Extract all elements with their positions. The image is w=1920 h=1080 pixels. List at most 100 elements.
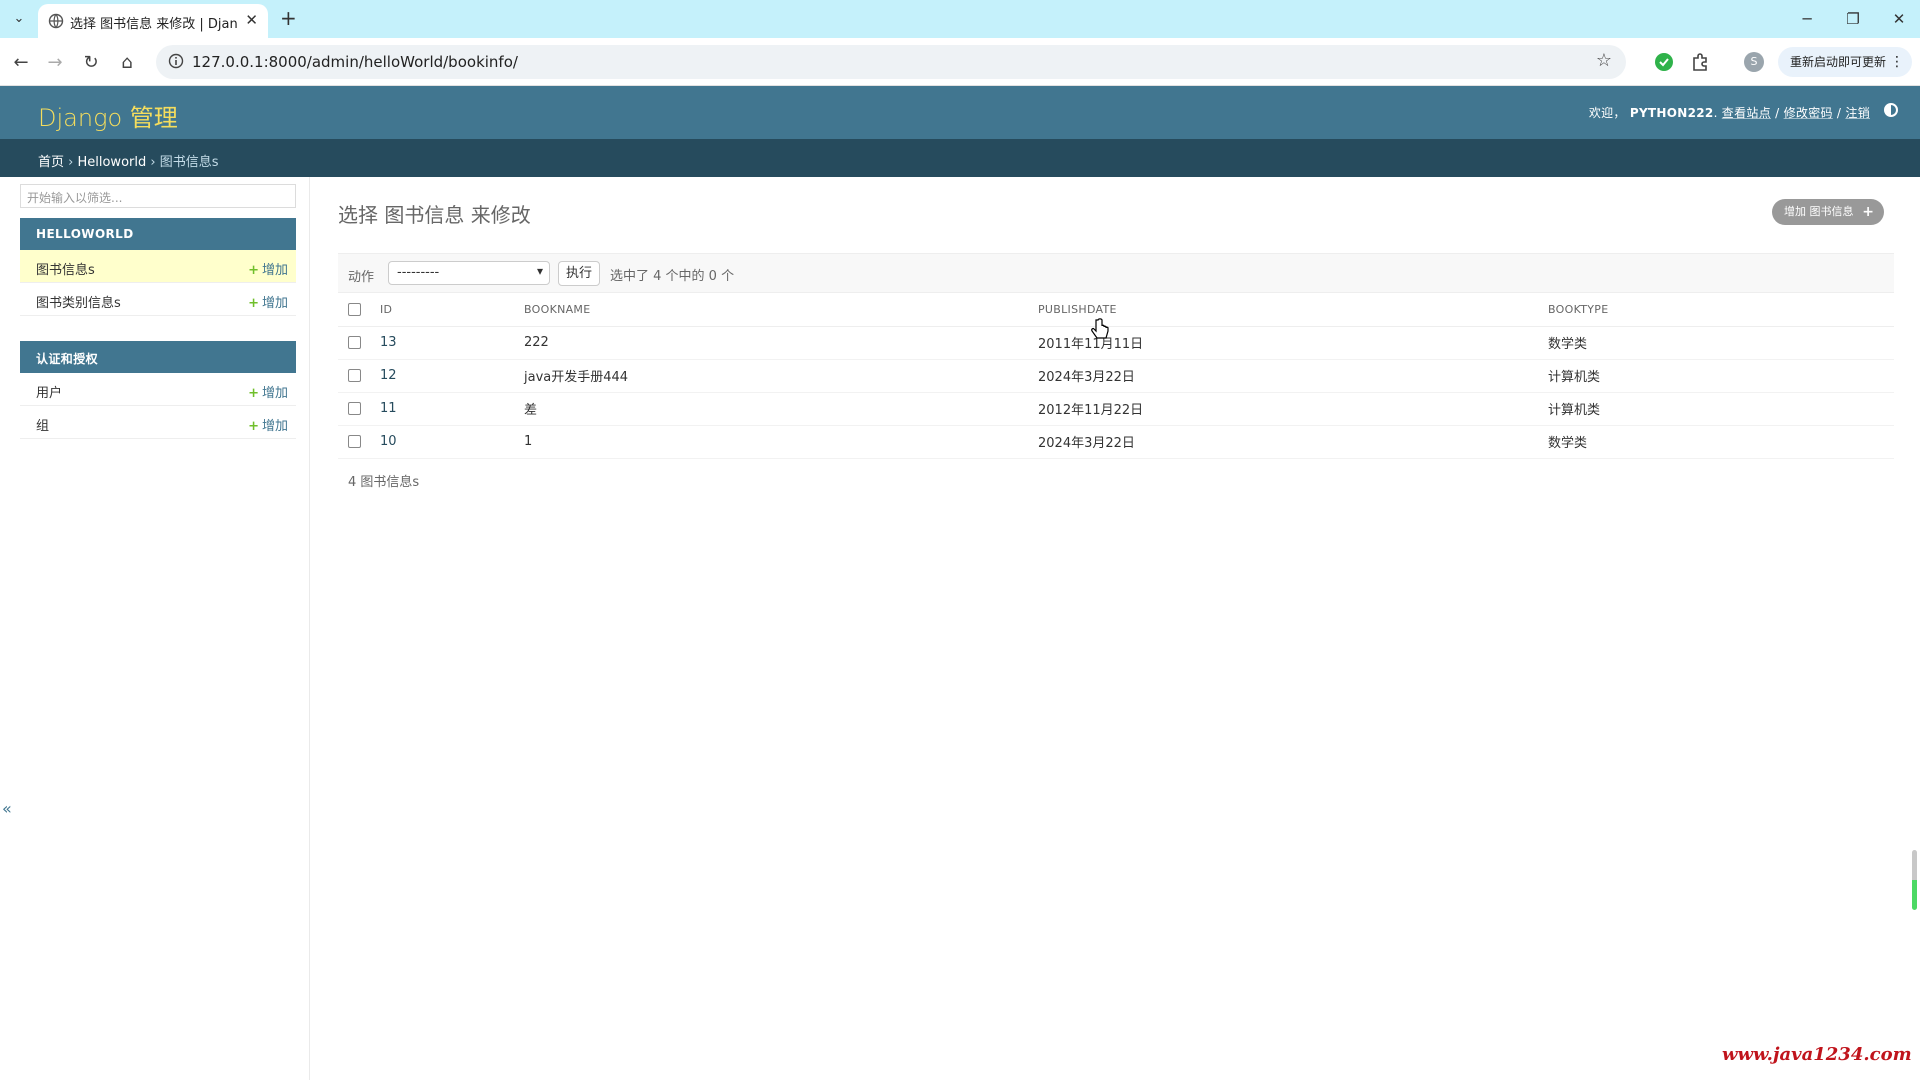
row-checkbox[interactable]: [348, 369, 361, 382]
row-link[interactable]: 12: [380, 368, 397, 383]
model-link[interactable]: 用户: [36, 382, 62, 401]
url-text: 127.0.0.1:8000/admin/helloWorld/bookinfo…: [192, 53, 518, 71]
breadcrumb-app[interactable]: Helloworld: [77, 155, 146, 170]
add-link[interactable]: + 增加: [248, 382, 288, 401]
chevron-down-icon: ▾: [536, 264, 543, 278]
cell-publishdate: 2012年11月22日: [1028, 392, 1538, 426]
cell-id: 11: [370, 392, 514, 426]
cell-bookname: 222: [514, 326, 1028, 360]
address-bar[interactable]: 127.0.0.1:8000/admin/helloWorld/bookinfo…: [156, 45, 1626, 79]
row-checkbox[interactable]: [348, 435, 361, 448]
column-header-id[interactable]: ID: [370, 293, 514, 327]
kebab-menu-icon[interactable]: ⋮: [1890, 47, 1904, 77]
action-select[interactable]: --------- ▾: [388, 261, 550, 285]
watermark-text: www.java1234.com: [1722, 1044, 1912, 1065]
restore-icon[interactable]: ❐: [1838, 6, 1868, 32]
scroll-indicator: [1912, 850, 1917, 910]
column-header-booktype[interactable]: BOOKTYPE: [1538, 293, 1894, 327]
app-caption[interactable]: HELLOWORLD: [20, 218, 296, 250]
extensions-puzzle-icon[interactable]: [1688, 50, 1712, 74]
breadcrumb: 首页 › Helloworld › 图书信息s: [0, 139, 1920, 177]
tab-list-button[interactable]: ⌄: [8, 8, 30, 30]
nav-sidebar: 开始输入以筛选... HELLOWORLD 图书信息s + 增加 图书类别信息s …: [0, 177, 310, 1080]
row-link[interactable]: 10: [380, 434, 397, 449]
cell-booktype: 数学类: [1538, 326, 1894, 360]
forward-arrow-icon[interactable]: →: [42, 50, 68, 76]
tab-close-icon[interactable]: ✕: [245, 11, 258, 29]
browser-toolbar: ← → ↻ ⌂ 127.0.0.1:8000/admin/helloWorld/…: [0, 38, 1920, 86]
profile-avatar[interactable]: S: [1744, 52, 1764, 72]
app-module-helloworld: HELLOWORLD 图书信息s + 增加 图书类别信息s + 增加: [20, 218, 296, 316]
app-module-auth: 认证和授权 用户 + 增加 组 + 增加: [20, 341, 296, 439]
view-site-link[interactable]: 查看站点: [1722, 106, 1771, 120]
bookmark-star-icon[interactable]: ☆: [1596, 50, 1612, 71]
sidebar-item-users[interactable]: 用户 + 增加: [20, 373, 296, 406]
update-label: 重新启动即可更新: [1790, 55, 1887, 69]
model-link[interactable]: 组: [36, 415, 49, 434]
table-row: 13 222 2011年11月11日 数学类: [338, 326, 1894, 360]
sidebar-item-groups[interactable]: 组 + 增加: [20, 406, 296, 439]
cell-booktype: 计算机类: [1538, 392, 1894, 426]
admin-header: Django 管理 欢迎， PYTHON222. 查看站点 / 修改密码 / 注…: [0, 86, 1920, 139]
cell-id: 12: [370, 359, 514, 393]
plus-icon: +: [248, 296, 259, 311]
window-close-icon[interactable]: ✕: [1884, 6, 1914, 32]
row-checkbox[interactable]: [348, 402, 361, 415]
cell-bookname: 1: [514, 425, 1028, 459]
sidebar-collapse-toggle[interactable]: «: [2, 799, 12, 818]
paginator: 4 图书信息s: [348, 475, 420, 490]
select-all-cell: [338, 293, 370, 327]
back-arrow-icon[interactable]: ←: [8, 50, 34, 76]
new-tab-button[interactable]: +: [280, 6, 297, 30]
change-password-link[interactable]: 修改密码: [1784, 106, 1833, 120]
add-link[interactable]: + 增加: [248, 259, 288, 278]
row-link[interactable]: 13: [380, 335, 397, 350]
cell-publishdate: 2024年3月22日: [1028, 359, 1538, 393]
user-tools: 欢迎， PYTHON222. 查看站点 / 修改密码 / 注销: [1588, 106, 1870, 120]
welcome-text: 欢迎，: [1588, 106, 1626, 120]
cell-booktype: 数学类: [1538, 425, 1894, 459]
tab-title: 选择 图书信息 来修改 | Django: [70, 17, 238, 32]
minimize-icon[interactable]: ─: [1792, 6, 1822, 32]
table-row: 12 java开发手册444 2024年3月22日 计算机类: [338, 359, 1894, 393]
cell-publishdate: 2024年3月22日: [1028, 425, 1538, 459]
breadcrumb-current: 图书信息s: [159, 155, 219, 170]
update-restart-button[interactable]: 重新启动即可更新 ⋮: [1778, 47, 1912, 77]
table-row: 10 1 2024年3月22日 数学类: [338, 425, 1894, 459]
home-icon[interactable]: ⌂: [114, 50, 140, 76]
action-counter: 选中了 4 个中的 0 个: [610, 269, 735, 284]
extension-shield-icon[interactable]: [1652, 50, 1676, 74]
actions-label: 动作: [348, 270, 375, 285]
site-info-icon[interactable]: [168, 53, 184, 69]
row-link[interactable]: 11: [380, 401, 397, 416]
browser-tabstrip: ⌄ 选择 图书信息 来修改 | Django ✕ + ─ ❐ ✕: [0, 0, 1920, 38]
browser-tab-active[interactable]: 选择 图书信息 来修改 | Django ✕: [38, 4, 268, 38]
model-link[interactable]: 图书类别信息s: [36, 292, 121, 311]
plus-icon: +: [1862, 204, 1874, 220]
sidebar-item-bookinfo[interactable]: 图书信息s + 增加: [20, 250, 296, 283]
row-checkbox[interactable]: [348, 336, 361, 349]
site-branding[interactable]: Django 管理: [38, 98, 178, 133]
model-link[interactable]: 图书信息s: [36, 259, 95, 278]
plus-icon: +: [248, 386, 259, 401]
app-caption[interactable]: 认证和授权: [20, 341, 296, 373]
add-bookinfo-button[interactable]: 增加 图书信息 +: [1772, 199, 1884, 225]
add-link[interactable]: + 增加: [248, 292, 288, 311]
hand-cursor-icon: [1091, 318, 1109, 339]
breadcrumb-home[interactable]: 首页: [38, 155, 64, 170]
theme-toggle-icon[interactable]: [1884, 103, 1898, 117]
nav-filter-input[interactable]: 开始输入以筛选...: [20, 184, 296, 208]
column-header-bookname[interactable]: BOOKNAME: [514, 293, 1028, 327]
table-header-row: ID BOOKNAME PUBLISHDATE BOOKTYPE: [338, 293, 1894, 327]
logout-link[interactable]: 注销: [1845, 106, 1870, 120]
reload-icon[interactable]: ↻: [78, 50, 104, 76]
add-link[interactable]: + 增加: [248, 415, 288, 434]
actions-bar: 动作 --------- ▾ 执行 选中了 4 个中的 0 个: [338, 253, 1894, 293]
select-all-checkbox[interactable]: [348, 303, 361, 316]
plus-icon: +: [248, 419, 259, 434]
result-list-table: ID BOOKNAME PUBLISHDATE BOOKTYPE 13 222 …: [338, 293, 1894, 459]
go-button[interactable]: 执行: [558, 261, 600, 286]
cell-bookname: 差: [514, 392, 1028, 426]
sidebar-item-booktype[interactable]: 图书类别信息s + 增加: [20, 283, 296, 316]
plus-icon: +: [248, 263, 259, 278]
